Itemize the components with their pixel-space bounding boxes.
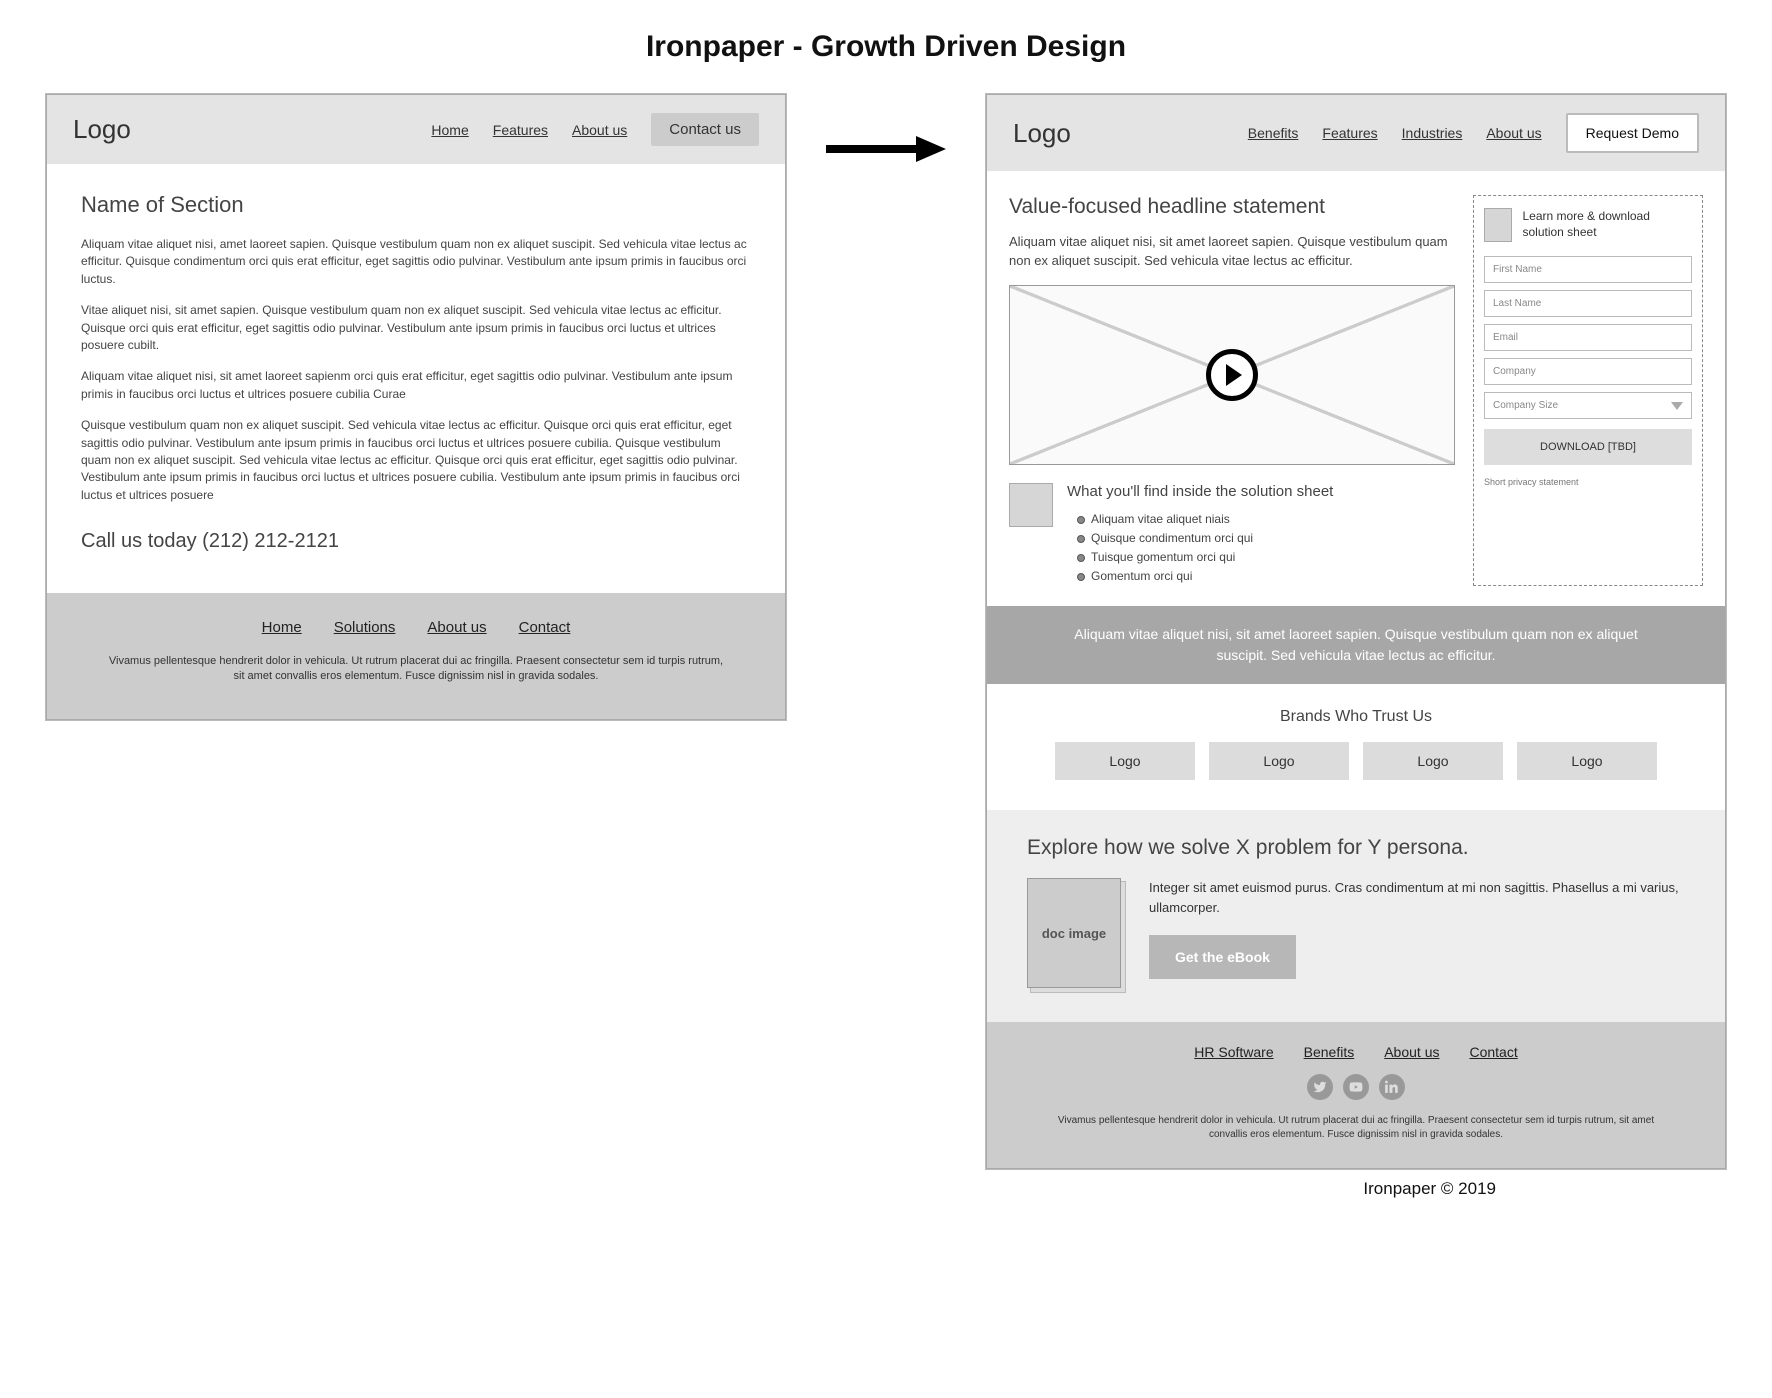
hero-paragraph: Aliquam vitae aliquet nisi, sit amet lao… (1009, 233, 1455, 271)
nav-home[interactable]: Home (431, 122, 468, 138)
footer-text: Vivamus pellentesque hendrerit dolor in … (107, 654, 725, 685)
section-heading: Name of Section (81, 192, 751, 218)
nav-about[interactable]: About us (572, 122, 627, 138)
footer-link-solutions[interactable]: Solutions (334, 619, 396, 636)
first-name-field[interactable]: First Name (1484, 256, 1692, 283)
footer-link-contact[interactable]: Contact (1469, 1044, 1517, 1060)
quote-banner: Aliquam vitae aliquet nisi, sit amet lao… (987, 606, 1725, 684)
list-item: Quisque condimentum orci qui (1077, 529, 1455, 548)
body-paragraph: Aliquam vitae aliquet nisi, sit amet lao… (81, 368, 751, 403)
explore-text: Integer sit amet euismod purus. Cras con… (1149, 878, 1685, 917)
linkedin-icon[interactable] (1379, 1074, 1405, 1100)
nav-features[interactable]: Features (493, 122, 548, 138)
logo-text: Logo (73, 114, 131, 145)
footer: Home Solutions About us Contact Vivamus … (47, 593, 785, 719)
doc-image-icon: doc image (1027, 878, 1121, 988)
footer-link-about[interactable]: About us (1384, 1044, 1439, 1060)
list-item: Tuisque gomentum orci qui (1077, 548, 1455, 567)
inside-list: Aliquam vitae aliquet niais Quisque cond… (1067, 510, 1455, 587)
wireframe-after: Logo Benefits Features Industries About … (986, 94, 1726, 1169)
footer-link-contact[interactable]: Contact (519, 619, 571, 636)
brands-section: Brands Who Trust Us Logo Logo Logo Logo (987, 684, 1725, 810)
video-placeholder[interactable] (1009, 285, 1455, 465)
page-title: Ironpaper - Growth Driven Design (20, 30, 1752, 64)
wireframe-before: Logo Home Features About us Contact us N… (46, 94, 786, 720)
nav-benefits[interactable]: Benefits (1248, 125, 1299, 141)
brand-logo: Logo (1055, 742, 1195, 780)
nav-industries[interactable]: Industries (1402, 125, 1463, 141)
get-ebook-button[interactable]: Get the eBook (1149, 935, 1296, 979)
hero-heading: Value-focused headline statement (1009, 195, 1455, 219)
footer-text: Vivamus pellentesque hendrerit dolor in … (1047, 1114, 1665, 1142)
footer-link-home[interactable]: Home (262, 619, 302, 636)
nav-about[interactable]: About us (1486, 125, 1541, 141)
lead-form: Learn more & download solution sheet Fir… (1473, 195, 1703, 586)
call-us-text: Call us today (212) 212-2121 (81, 530, 751, 553)
header-bar: Logo Benefits Features Industries About … (987, 95, 1725, 171)
form-lead-text: Learn more & download solution sheet (1522, 209, 1692, 240)
footer: HR Software Benefits About us Contact Vi… (987, 1022, 1725, 1168)
brand-logo: Logo (1517, 742, 1657, 780)
download-button[interactable]: DOWNLOAD [TBD] (1484, 429, 1692, 465)
form-thumb-icon (1484, 208, 1512, 242)
logo-text: Logo (1013, 118, 1071, 149)
copyright-text: Ironpaper © 2019 (96, 1179, 1676, 1199)
list-item: Gomentum orci qui (1077, 567, 1455, 586)
brand-logo: Logo (1209, 742, 1349, 780)
explore-section: Explore how we solve X problem for Y per… (987, 810, 1725, 1022)
footer-link-benefits[interactable]: Benefits (1304, 1044, 1355, 1060)
privacy-text: Short privacy statement (1484, 477, 1692, 487)
footer-link-hr[interactable]: HR Software (1194, 1044, 1273, 1060)
list-item: Aliquam vitae aliquet niais (1077, 510, 1455, 529)
inside-heading: What you'll find inside the solution she… (1067, 483, 1455, 500)
chevron-down-icon (1671, 402, 1683, 410)
company-field[interactable]: Company (1484, 358, 1692, 385)
request-demo-button[interactable]: Request Demo (1566, 113, 1699, 153)
footer-link-about[interactable]: About us (427, 619, 486, 636)
brand-logo: Logo (1363, 742, 1503, 780)
brands-heading: Brands Who Trust Us (1017, 708, 1695, 726)
arrow-icon (826, 134, 946, 164)
body-paragraph: Vitae aliquet nisi, sit amet sapien. Qui… (81, 302, 751, 354)
last-name-field[interactable]: Last Name (1484, 290, 1692, 317)
body-paragraph: Quisque vestibulum quam non ex aliquet s… (81, 417, 751, 504)
header-bar: Logo Home Features About us Contact us (47, 95, 785, 164)
thumbnail-icon (1009, 483, 1053, 527)
company-size-select[interactable]: Company Size (1484, 392, 1692, 419)
contact-us-button[interactable]: Contact us (651, 113, 759, 146)
explore-heading: Explore how we solve X problem for Y per… (1027, 836, 1685, 860)
nav-features[interactable]: Features (1322, 125, 1377, 141)
play-icon[interactable] (1206, 349, 1258, 401)
youtube-icon[interactable] (1343, 1074, 1369, 1100)
email-field[interactable]: Email (1484, 324, 1692, 351)
body-paragraph: Aliquam vitae aliquet nisi, amet laoreet… (81, 236, 751, 288)
twitter-icon[interactable] (1307, 1074, 1333, 1100)
